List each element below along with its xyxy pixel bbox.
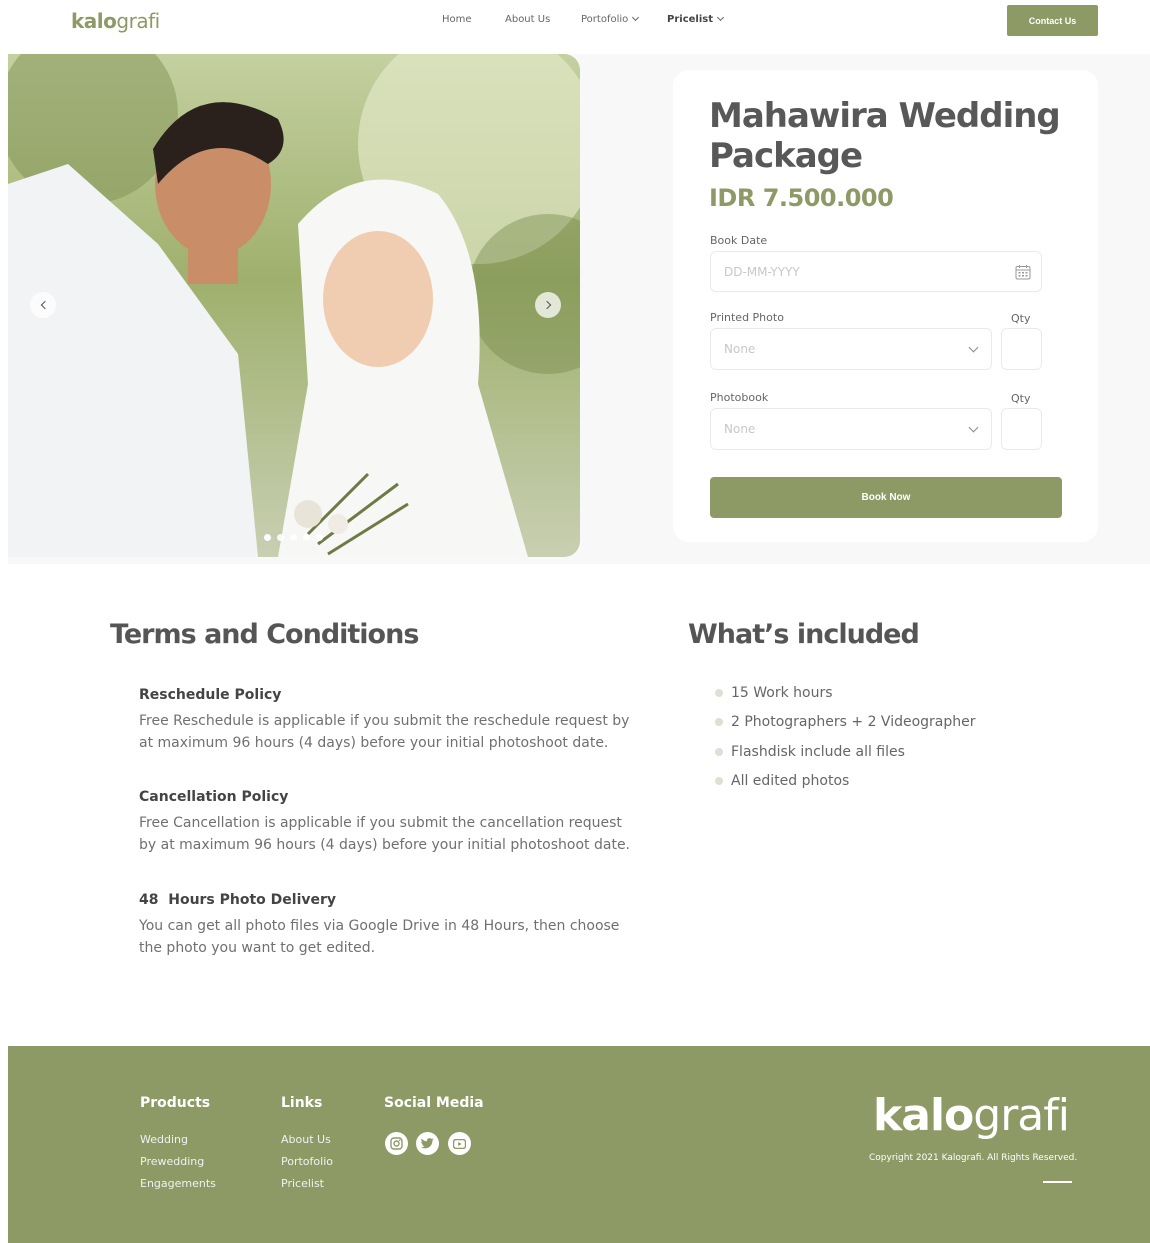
calendar-icon	[1015, 265, 1031, 280]
nav-link-portofolio[interactable]: Portofolio	[581, 13, 640, 25]
chevron-right-icon	[542, 300, 551, 310]
included-item-text: Flashdisk include all files	[731, 743, 905, 760]
footer-link-engagements[interactable]: Engagements	[140, 1177, 216, 1190]
printed-photo-qty-label: Qty	[1011, 312, 1031, 325]
footer-products-heading: Products	[140, 1095, 211, 1111]
wedding-couple-photo	[8, 54, 580, 557]
policy-text: You can get all photo files via Google D…	[139, 918, 620, 956]
youtube-glyph	[453, 1138, 466, 1149]
printed-photo-label: Printed Photo	[710, 311, 784, 324]
policy-text: Free Reschedule is applicable if you sub…	[139, 713, 630, 751]
twitter-icon[interactable]	[416, 1132, 439, 1155]
book-now-button[interactable]: Book Now	[710, 477, 1062, 518]
book-date-placeholder: DD-MM-YYYY	[724, 264, 800, 279]
list-item: Flashdisk include all files	[715, 737, 976, 767]
hero-photo-carousel[interactable]	[8, 54, 580, 557]
terms-heading: Terms and Conditions	[110, 619, 419, 650]
footer-link-about-us[interactable]: About Us	[281, 1133, 331, 1146]
brand-logo[interactable]: kalografi	[71, 9, 160, 33]
footer-divider	[1043, 1181, 1072, 1183]
package-price: IDR 7.500.000	[709, 184, 894, 212]
footer-link-wedding[interactable]: Wedding	[140, 1133, 188, 1146]
carousel-prev-button[interactable]	[30, 292, 56, 318]
included-item-text: 15 Work hours	[731, 684, 833, 701]
carousel-dot[interactable]	[290, 534, 297, 541]
policy-title: Cancellation Policy	[139, 789, 289, 805]
footer-link-portofolio[interactable]: Portofolio	[281, 1155, 333, 1168]
printed-photo-select[interactable]: None	[710, 328, 992, 370]
nav-link-portofolio-label: Portofolio	[581, 14, 629, 25]
carousel-next-button[interactable]	[535, 292, 561, 318]
bullet-icon	[715, 777, 723, 786]
youtube-icon[interactable]	[448, 1132, 471, 1155]
bullet-icon	[715, 747, 723, 756]
printed-photo-value: None	[724, 342, 756, 356]
twitter-glyph	[421, 1138, 434, 1149]
copyright-text: Copyright 2021 Kalografi. All Rights Res…	[869, 1153, 1078, 1163]
photobook-select[interactable]: None	[710, 408, 992, 450]
policy-title: Reschedule Policy	[139, 687, 282, 703]
book-date-label: Book Date	[710, 234, 768, 247]
carousel-dot[interactable]	[303, 534, 310, 541]
photobook-qty-label: Qty	[1011, 392, 1031, 405]
book-date-input[interactable]: DD-MM-YYYY	[710, 251, 1042, 292]
instagram-glyph	[390, 1137, 403, 1150]
list-item: 2 Photographers + 2 Videographer	[715, 708, 976, 738]
chevron-down-icon	[968, 422, 979, 433]
footer-link-prewedding[interactable]: Prewedding	[140, 1155, 204, 1168]
chevron-left-icon	[40, 300, 49, 310]
photobook-label: Photobook	[710, 391, 769, 404]
footer-links-heading: Links	[281, 1095, 323, 1111]
bullet-icon	[715, 718, 723, 727]
included-list: 15 Work hours 2 Photographers + 2 Videog…	[715, 678, 976, 796]
package-title: Mahawira Wedding Package	[709, 96, 1061, 176]
top-navbar: kalografi Home About Us Portofolio Price…	[0, 0, 1150, 40]
nav-link-home[interactable]: Home	[442, 14, 472, 25]
included-item-text: 2 Photographers + 2 Videographer	[731, 714, 976, 731]
carousel-dot[interactable]	[316, 534, 323, 541]
included-heading: What’s included	[688, 619, 920, 650]
chevron-down-icon	[716, 13, 725, 22]
bullet-icon	[715, 688, 723, 697]
carousel-indicators	[264, 534, 323, 541]
carousel-dot[interactable]	[264, 534, 271, 541]
contact-us-button[interactable]: Contact Us	[1007, 5, 1098, 36]
photobook-value: None	[724, 422, 756, 436]
nav-link-pricelist[interactable]: Pricelist	[667, 13, 725, 25]
photobook-qty-input[interactable]	[1001, 408, 1042, 450]
included-item-text: All edited photos	[731, 773, 850, 790]
list-item: 15 Work hours	[715, 678, 976, 708]
chevron-down-icon	[968, 342, 979, 353]
footer-social-heading: Social Media	[384, 1095, 484, 1111]
footer-link-pricelist[interactable]: Pricelist	[281, 1177, 324, 1190]
printed-photo-qty-input[interactable]	[1001, 328, 1042, 370]
chevron-down-icon	[632, 13, 640, 22]
policy-text: Free Cancellation is applicable if you s…	[139, 815, 631, 853]
carousel-dot[interactable]	[277, 534, 284, 541]
instagram-icon[interactable]	[385, 1132, 408, 1155]
policy-title: 48 Hours Photo Delivery	[139, 892, 337, 908]
list-item: All edited photos	[715, 767, 976, 797]
footer-logo[interactable]: kalografi	[873, 1090, 1070, 1141]
nav-link-about-us[interactable]: About Us	[505, 14, 550, 25]
nav-link-pricelist-label: Pricelist	[667, 14, 713, 25]
